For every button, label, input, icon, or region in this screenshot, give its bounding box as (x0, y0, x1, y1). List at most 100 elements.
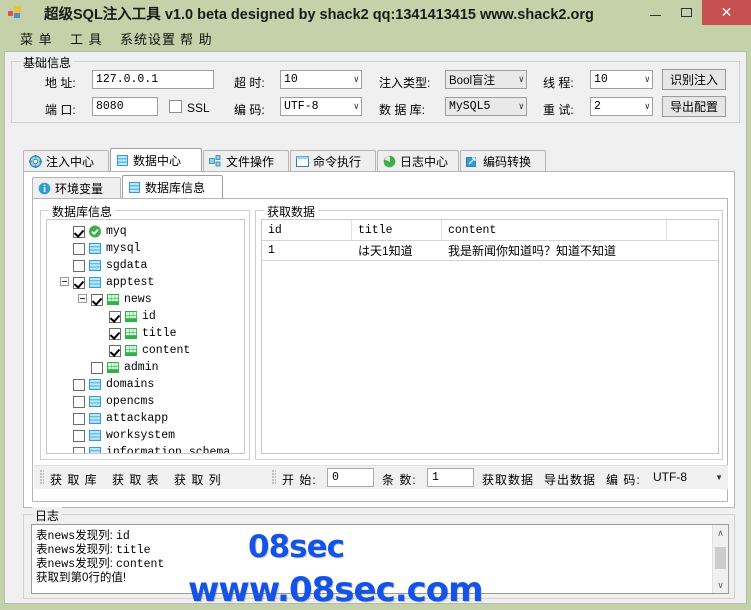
toolstrip-grip-2[interactable] (272, 470, 276, 485)
db-tree-group: 数据库信息 myq mysql sgdata apptest news id t… (40, 203, 250, 460)
get-tables-button[interactable]: 获 取 表 (112, 471, 160, 488)
encoding-label: 编 码: (234, 103, 265, 117)
tree-checkbox[interactable] (109, 310, 121, 323)
tree-node[interactable]: admin (91, 359, 159, 376)
scroll-thumb[interactable] (715, 547, 726, 569)
tab-file-operations[interactable]: 文件操作 (203, 150, 289, 171)
inject-type-label: 注入类型: (379, 76, 431, 90)
tab-command-execution[interactable]: 命令执行 (290, 150, 376, 171)
tree-checkbox[interactable] (73, 242, 85, 255)
subtab-database-info[interactable]: 数据库信息 (122, 175, 223, 198)
table-row[interactable]: 1 は天1知道 我是新闻你知道吗？知道不知道 (262, 240, 718, 260)
database-select[interactable]: MySQL5 ∨ (445, 97, 527, 116)
log-scrollbar[interactable]: ∧ ∨ (712, 525, 728, 593)
db-icon (88, 446, 102, 453)
tab-log-center[interactable]: 日志中心 (377, 150, 459, 171)
basic-info-group: 基础信息 地 址: 127.0.0.1 超 时: 10 ∨ 注入类型: Bool… (11, 54, 740, 123)
retry-value: 2 (594, 100, 601, 113)
tree-node[interactable]: myq (73, 223, 127, 240)
db-icon (88, 412, 102, 425)
tab-injection-center[interactable]: 注入中心 (23, 150, 109, 171)
retry-select[interactable]: 2 ∨ (590, 97, 653, 116)
tree-checkbox[interactable] (109, 344, 121, 357)
tree-node[interactable]: worksystem (73, 427, 175, 444)
file-ops-icon (209, 154, 222, 168)
export-config-button[interactable]: 导出配置 (662, 96, 726, 117)
tree-node[interactable]: sgdata (73, 257, 147, 274)
tree-node[interactable]: domains (73, 376, 154, 393)
menu-item-help[interactable]: 帮 助 (180, 29, 213, 48)
chevron-down-icon: ∨ (644, 101, 650, 112)
database-tree[interactable]: myq mysql sgdata apptest news id title c… (46, 219, 245, 454)
tree-checkbox[interactable] (73, 395, 85, 408)
count-input[interactable]: 1 (427, 468, 474, 487)
menu-item-tools[interactable]: 工 具 (70, 29, 103, 48)
tree-node[interactable]: mysql (73, 240, 141, 257)
identify-inject-button[interactable]: 识别注入 (662, 69, 726, 90)
tree-checkbox[interactable] (73, 412, 85, 425)
grid-header-cell[interactable]: title (352, 220, 442, 240)
tree-checkbox[interactable] (109, 327, 121, 340)
address-input[interactable]: 127.0.0.1 (92, 70, 214, 89)
timeout-select[interactable]: 10 ∨ (280, 70, 362, 89)
tree-checkbox[interactable] (73, 276, 85, 289)
tree-expander-news[interactable] (78, 294, 87, 303)
db-icon (88, 259, 102, 272)
thread-value: 10 (594, 73, 608, 86)
minimize-button[interactable] (640, 0, 671, 25)
tab-label: 数据中心 (133, 153, 182, 168)
menu-item-settings[interactable]: 系统设置 (120, 29, 176, 48)
tree-checkbox[interactable] (73, 225, 85, 238)
address-label: 地 址: (45, 76, 76, 90)
grid-cell-content: 我是新闻你知道吗？知道不知道 (448, 243, 617, 258)
tree-node[interactable]: id (109, 308, 156, 325)
toolbar-encoding-select[interactable]: UTF-8 ▼ (651, 468, 731, 487)
tree-node[interactable]: attackapp (73, 410, 168, 427)
tree-node[interactable]: information_schema (73, 444, 230, 453)
tree-node[interactable]: apptest (73, 274, 154, 291)
toolstrip-grip[interactable] (40, 470, 44, 485)
tree-checkbox[interactable] (73, 259, 85, 272)
tree-checkbox[interactable] (91, 293, 103, 306)
get-databases-button[interactable]: 获 取 库 (50, 471, 98, 488)
tree-node-label: apptest (106, 276, 155, 289)
database-icon (116, 154, 129, 167)
tree-checkbox[interactable] (73, 429, 85, 442)
scroll-down-icon[interactable]: ∨ (713, 577, 728, 593)
start-input[interactable]: 0 (327, 468, 374, 487)
subtab-environment-variables[interactable]: 环境变量 (32, 177, 121, 198)
menu-item-menu[interactable]: 菜 单 (20, 29, 53, 48)
tree-checkbox[interactable] (73, 378, 85, 391)
tree-checkbox[interactable] (91, 361, 103, 374)
tree-node-label: content (142, 344, 191, 357)
table-icon (124, 310, 138, 323)
encoding-value: UTF-8 (284, 100, 319, 113)
tab-data-center[interactable]: 数据中心 (110, 148, 202, 171)
encoding-select[interactable]: UTF-8 ∨ (280, 97, 362, 116)
grid-header-cell[interactable]: id (262, 220, 352, 240)
tree-expander-apptest[interactable] (60, 277, 69, 286)
app-icon (8, 6, 22, 19)
db-tree-group-title: 数据库信息 (49, 203, 116, 220)
tree-checkbox[interactable] (73, 446, 85, 453)
grid-header-cell[interactable] (667, 220, 718, 240)
tree-node-label: myq (106, 225, 127, 238)
thread-select[interactable]: 10 ∨ (590, 70, 653, 89)
ssl-checkbox[interactable] (169, 100, 182, 113)
get-data-button[interactable]: 获取数据 (482, 471, 534, 488)
log-group-title: 日志 (32, 507, 63, 524)
tree-node[interactable]: opencms (73, 393, 154, 410)
port-input[interactable]: 8080 (92, 97, 158, 116)
tab-encoding-conversion[interactable]: 编码转换 (460, 150, 546, 171)
result-grid[interactable]: id title content 1 は天1知道 我是新闻你知道吗？知道不知道 (261, 219, 719, 454)
grid-header-cell[interactable]: content (442, 220, 667, 240)
tree-node[interactable]: title (109, 325, 177, 342)
close-button[interactable]: ✕ (702, 0, 751, 25)
maximize-button[interactable] (671, 0, 702, 25)
tree-node[interactable]: news (91, 291, 152, 308)
inject-type-select[interactable]: Bool盲注 ∨ (445, 70, 527, 89)
scroll-up-icon[interactable]: ∧ (713, 525, 728, 541)
export-data-button[interactable]: 导出数据 (544, 471, 596, 488)
tree-node[interactable]: content (109, 342, 190, 359)
get-columns-button[interactable]: 获 取 列 (174, 471, 222, 488)
